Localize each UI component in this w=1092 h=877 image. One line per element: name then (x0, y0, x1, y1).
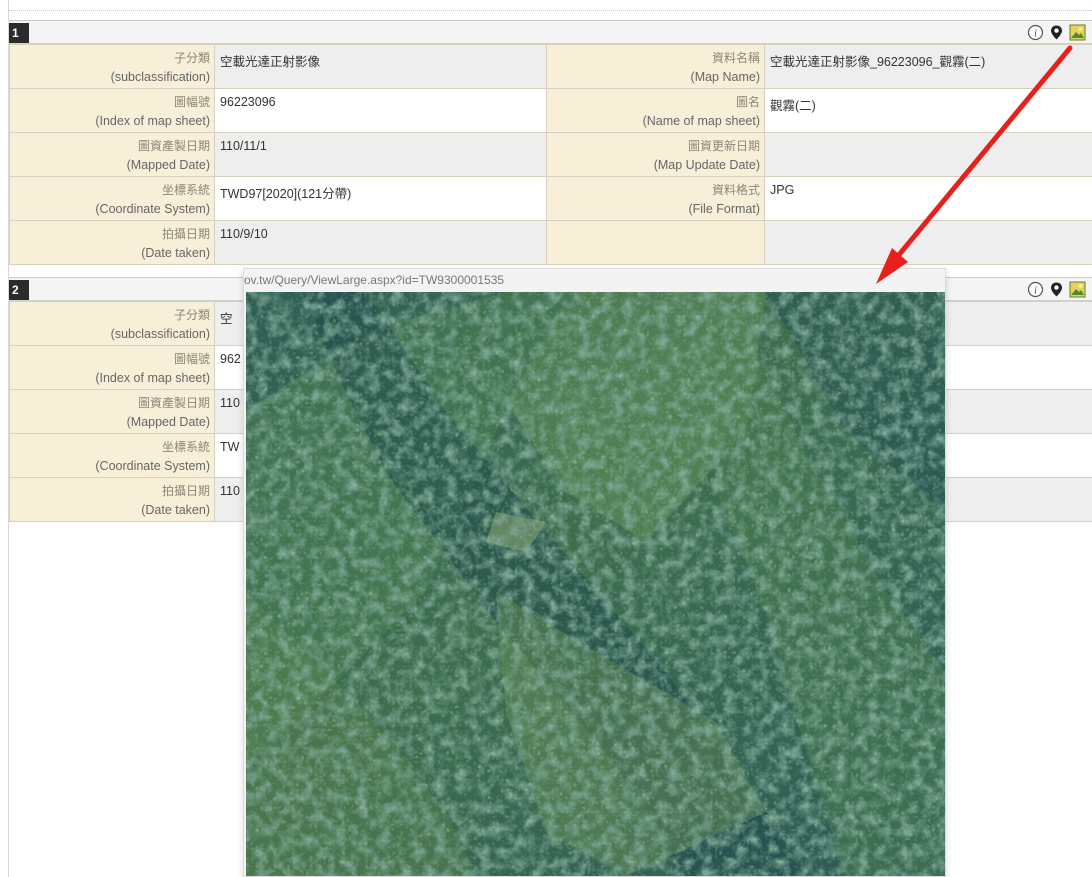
label-en: (Index of map sheet) (95, 114, 210, 128)
label-en: (Index of map sheet) (95, 371, 210, 385)
record-number: 1 (9, 23, 29, 43)
field-label (546, 220, 765, 265)
field-value: 空載光達正射影像 (214, 44, 547, 89)
label-zh: 圖資產製日期 (137, 396, 210, 410)
info-icon[interactable]: i (1027, 281, 1044, 298)
location-pin-icon[interactable] (1048, 281, 1065, 298)
record-actions: i (1027, 281, 1086, 298)
table-row: 子分類 (subclassification) 空載光達正射影像 資料名稱 (Map… (9, 44, 1092, 89)
label-en: (Date taken) (141, 503, 210, 517)
info-icon[interactable]: i (1027, 24, 1044, 41)
field-label: 圖幅號 (Index of map sheet) (9, 345, 215, 390)
svg-text:i: i (1034, 286, 1037, 297)
field-label: 圖名 (Name of map sheet) (546, 88, 765, 133)
field-value: 觀霧(二) (764, 88, 1092, 133)
field-value (764, 220, 1092, 265)
label-zh: 坐標系統 (161, 440, 210, 454)
field-label: 坐標系統 (Coordinate System) (9, 176, 215, 221)
field-label: 拍攝日期 (Date taken) (9, 220, 215, 265)
label-en: (Map Update Date) (653, 158, 760, 172)
field-label: 子分類 (subclassification) (9, 301, 215, 346)
field-value: 空載光達正射影像_96223096_觀霧(二) (764, 44, 1092, 89)
table-row: 圖資產製日期 (Mapped Date) 110/11/1 圖資更新日期 (Map … (9, 132, 1092, 177)
record-card-1: 1 i 子分類 (subclassification) 空載光達正射影像 資料名稱… (9, 20, 1092, 265)
label-en: (subclassification) (110, 70, 210, 84)
table-row: 坐標系統 (Coordinate System) TWD97[2020](121分… (9, 176, 1092, 221)
label-zh: 坐標系統 (161, 183, 210, 197)
field-label: 資料格式 (File Format) (546, 176, 765, 221)
image-preview-icon[interactable] (1069, 281, 1086, 298)
field-value (764, 132, 1092, 177)
label-en: (Coordinate System) (95, 459, 210, 473)
field-value: 110/11/1 (214, 132, 547, 177)
popup-url: ov.tw/Query/ViewLarge.aspx?id=TW93000015… (244, 269, 945, 291)
field-value: 110/9/10 (214, 220, 547, 265)
record-actions: i (1027, 24, 1086, 41)
label-zh: 子分類 (173, 51, 210, 65)
field-label: 圖資產製日期 (Mapped Date) (9, 132, 215, 177)
field-value: JPG (764, 176, 1092, 221)
attribute-table: 子分類 (subclassification) 空載光達正射影像 資料名稱 (Map… (9, 44, 1092, 265)
label-zh: 圖資產製日期 (137, 139, 210, 153)
field-value: 96223096 (214, 88, 547, 133)
table-row: 拍攝日期 (Date taken) 110/9/10 (9, 220, 1092, 265)
forest-aerial-image (246, 292, 945, 876)
field-label: 圖幅號 (Index of map sheet) (9, 88, 215, 133)
record-header: 1 i (9, 20, 1092, 44)
label-zh: 子分類 (173, 308, 210, 322)
field-label: 資料名稱 (Map Name) (546, 44, 765, 89)
label-en: (Mapped Date) (126, 158, 210, 172)
location-pin-icon[interactable] (1048, 24, 1065, 41)
label-en: (Map Name) (690, 70, 760, 84)
label-en: (Name of map sheet) (642, 114, 760, 128)
label-zh: 圖幅號 (173, 95, 210, 109)
image-preview-icon[interactable] (1069, 24, 1086, 41)
svg-text:i: i (1034, 29, 1037, 40)
field-label: 坐標系統 (Coordinate System) (9, 433, 215, 478)
field-label: 圖資更新日期 (Map Update Date) (546, 132, 765, 177)
label-zh: 拍攝日期 (161, 227, 210, 241)
label-zh: 資料名稱 (711, 51, 760, 65)
label-zh: 圖名 (735, 95, 760, 109)
label-zh: 拍攝日期 (161, 484, 210, 498)
label-zh: 資料格式 (711, 183, 760, 197)
page-top-border (8, 10, 1092, 11)
field-value: TWD97[2020](121分帶) (214, 176, 547, 221)
label-en: (Date taken) (141, 246, 210, 260)
field-label: 拍攝日期 (Date taken) (9, 477, 215, 522)
label-en: (subclassification) (110, 327, 210, 341)
table-row: 圖幅號 (Index of map sheet) 96223096 圖名 (Name… (9, 88, 1092, 133)
label-en: (Mapped Date) (126, 415, 210, 429)
label-en: (File Format) (688, 202, 760, 216)
label-en: (Coordinate System) (95, 202, 210, 216)
label-zh: 圖資更新日期 (687, 139, 760, 153)
label-zh: 圖幅號 (173, 352, 210, 366)
field-label: 子分類 (subclassification) (9, 44, 215, 89)
image-popup: ov.tw/Query/ViewLarge.aspx?id=TW93000015… (243, 268, 946, 877)
record-number: 2 (9, 280, 29, 300)
field-label: 圖資產製日期 (Mapped Date) (9, 389, 215, 434)
aerial-orthophoto[interactable] (246, 292, 945, 876)
